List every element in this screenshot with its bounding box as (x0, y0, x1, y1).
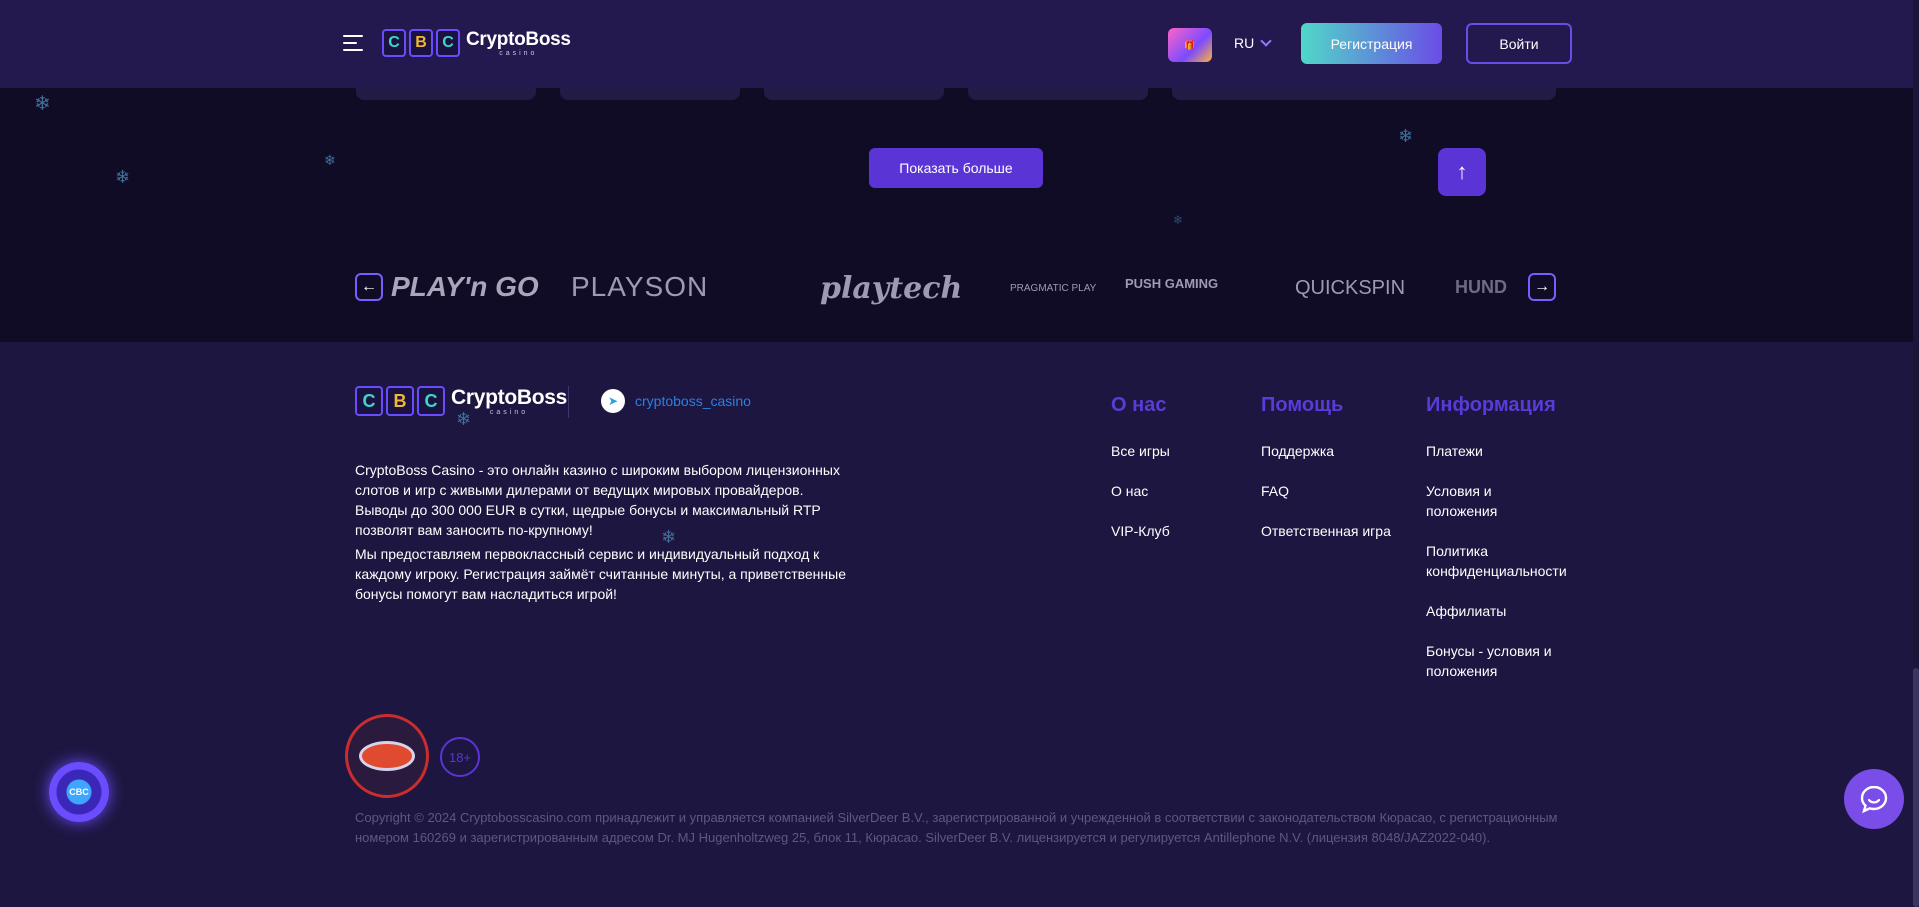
about-paragraph: CryptoBoss Casino - это онлайн казино с … (355, 462, 840, 538)
seal-emblem (359, 741, 415, 771)
divider (568, 386, 569, 418)
footer-link-vip[interactable]: VIP-Клуб (1111, 521, 1170, 541)
login-button[interactable]: Войти (1466, 23, 1572, 64)
provider-logo[interactable]: PLAY'n GO (391, 271, 539, 303)
provider-logo[interactable]: HUND (1455, 277, 1507, 298)
logo-tile: C (382, 29, 406, 57)
gift-icon[interactable]: 🎁 (1168, 28, 1212, 62)
logo-sub: casino (499, 49, 538, 57)
carousel-prev-button[interactable]: ← (355, 273, 383, 301)
provider-logo[interactable]: playtech (820, 271, 962, 306)
register-button[interactable]: Регистрация (1301, 23, 1442, 64)
age-badge: 18+ (440, 737, 480, 777)
telegram-icon: ➤ (601, 389, 625, 413)
snowflake-icon: ❄ (34, 93, 51, 115)
logo-tile: C (436, 29, 460, 57)
chevron-down-icon (1260, 35, 1272, 47)
footer: C B C CryptoBoss casino ➤ cryptoboss_cas… (0, 342, 1913, 907)
chat-button[interactable] (1844, 769, 1904, 829)
about-paragraph: Мы предоставляем первоклассный сервис и … (355, 546, 846, 602)
footer-link-faq[interactable]: FAQ (1261, 481, 1289, 501)
footer-link-terms[interactable]: Условия и положения (1426, 481, 1526, 521)
show-more-button[interactable]: Показать больше (869, 148, 1043, 188)
bonus-chip-widget[interactable]: CBC (49, 762, 109, 822)
copyright-text: Copyright © 2024 Cryptobosscasino.com пр… (355, 810, 1558, 845)
provider-logo[interactable]: QUICKSPIN (1295, 277, 1405, 300)
logo-tile: C (417, 386, 445, 416)
provider-logo[interactable]: PUSH GAMING (1125, 276, 1218, 291)
logo-tile: B (409, 29, 433, 57)
footer-link-support[interactable]: Поддержка (1261, 441, 1334, 461)
scroll-top-button[interactable]: ↑ (1438, 148, 1486, 196)
logo[interactable]: C B C CryptoBoss casino (382, 29, 571, 57)
footer-link-privacy[interactable]: Политика конфиденциальности (1426, 541, 1576, 581)
logo-name: CryptoBoss (466, 28, 571, 50)
license-seal[interactable] (345, 714, 429, 798)
footer-link-affiliates[interactable]: Аффилиаты (1426, 601, 1556, 621)
snowflake-icon: ❄ (456, 409, 472, 429)
footer-link-about[interactable]: О нас (1111, 481, 1148, 501)
footer-link-responsible[interactable]: Ответственная игра (1261, 521, 1391, 541)
language-select[interactable]: RU (1234, 35, 1272, 51)
chat-icon (1860, 785, 1888, 814)
footer-link-all-games[interactable]: Все игры (1111, 441, 1170, 461)
menu-icon[interactable] (343, 35, 363, 51)
logo-tile: B (386, 386, 414, 416)
footer-link-payments[interactable]: Платежи (1426, 441, 1556, 461)
snowflake-icon: ❄ (1173, 213, 1184, 227)
snowflake-icon: ❄ (1398, 126, 1414, 146)
telegram-link[interactable]: ➤ cryptoboss_casino (601, 389, 751, 413)
logo-tile: C (355, 386, 383, 416)
logo-name: CryptoBoss (451, 385, 568, 409)
footer-column-title: Помощь (1261, 394, 1344, 416)
provider-logo[interactable]: PRAGMATIC PLAY (1010, 283, 1096, 294)
snowflake-icon: ❄ (115, 167, 131, 187)
provider-logo[interactable]: PLAYSON (571, 271, 708, 303)
header: C B C CryptoBoss casino 🎁 RU Регистрация… (0, 0, 1913, 88)
footer-column-title: Информация (1426, 394, 1556, 416)
snowflake-icon: ❄ (324, 152, 336, 168)
footer-link-bonus-terms[interactable]: Бонусы - условия и положения (1426, 641, 1566, 681)
language-label: RU (1234, 35, 1255, 51)
telegram-handle: cryptoboss_casino (635, 393, 751, 409)
providers-carousel: ← PLAY'n GO PLAYSON playtech PRAGMATIC P… (355, 265, 1556, 310)
footer-column-title: О нас (1111, 394, 1167, 416)
carousel-next-button[interactable]: → (1528, 273, 1556, 301)
scrollbar-thumb[interactable] (1913, 668, 1919, 907)
